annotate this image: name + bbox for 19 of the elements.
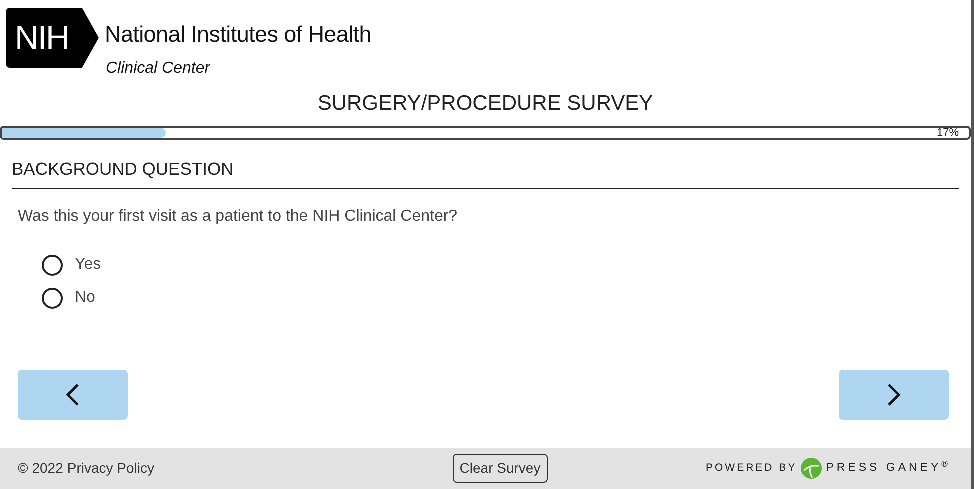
radio-button[interactable] — [42, 288, 63, 309]
clear-survey-button[interactable]: Clear Survey — [452, 454, 548, 483]
privacy-link[interactable]: Privacy Policy — [67, 458, 154, 479]
department-name: Clinical Center — [106, 58, 212, 78]
option-label[interactable]: No — [75, 286, 96, 310]
copyright-text: © 2022 — [18, 459, 64, 478]
option-label[interactable]: Yes — [75, 253, 102, 278]
question-text: Was this your first visit as a patient to the NIH Clinical Center? — [18, 206, 459, 227]
survey-title: SURGERY/PROCEDURE SURVEY — [316, 91, 654, 117]
section-heading: BACKGROUND QUESTION — [12, 156, 959, 189]
logo-badge: NIH — [6, 8, 99, 68]
brand-name: PRESS GANEY$^{®}$ — [826, 460, 951, 476]
progress-reading: 17% — [936, 126, 959, 138]
powered-by-text: POWERED BY — [706, 460, 798, 476]
radio-button[interactable] — [42, 254, 63, 276]
leaf-logo-icon — [801, 458, 822, 479]
organization-name: National Institutes of Health — [105, 24, 372, 46]
chevron-right-icon — [887, 382, 901, 407]
chevron-left-icon — [66, 382, 80, 407]
